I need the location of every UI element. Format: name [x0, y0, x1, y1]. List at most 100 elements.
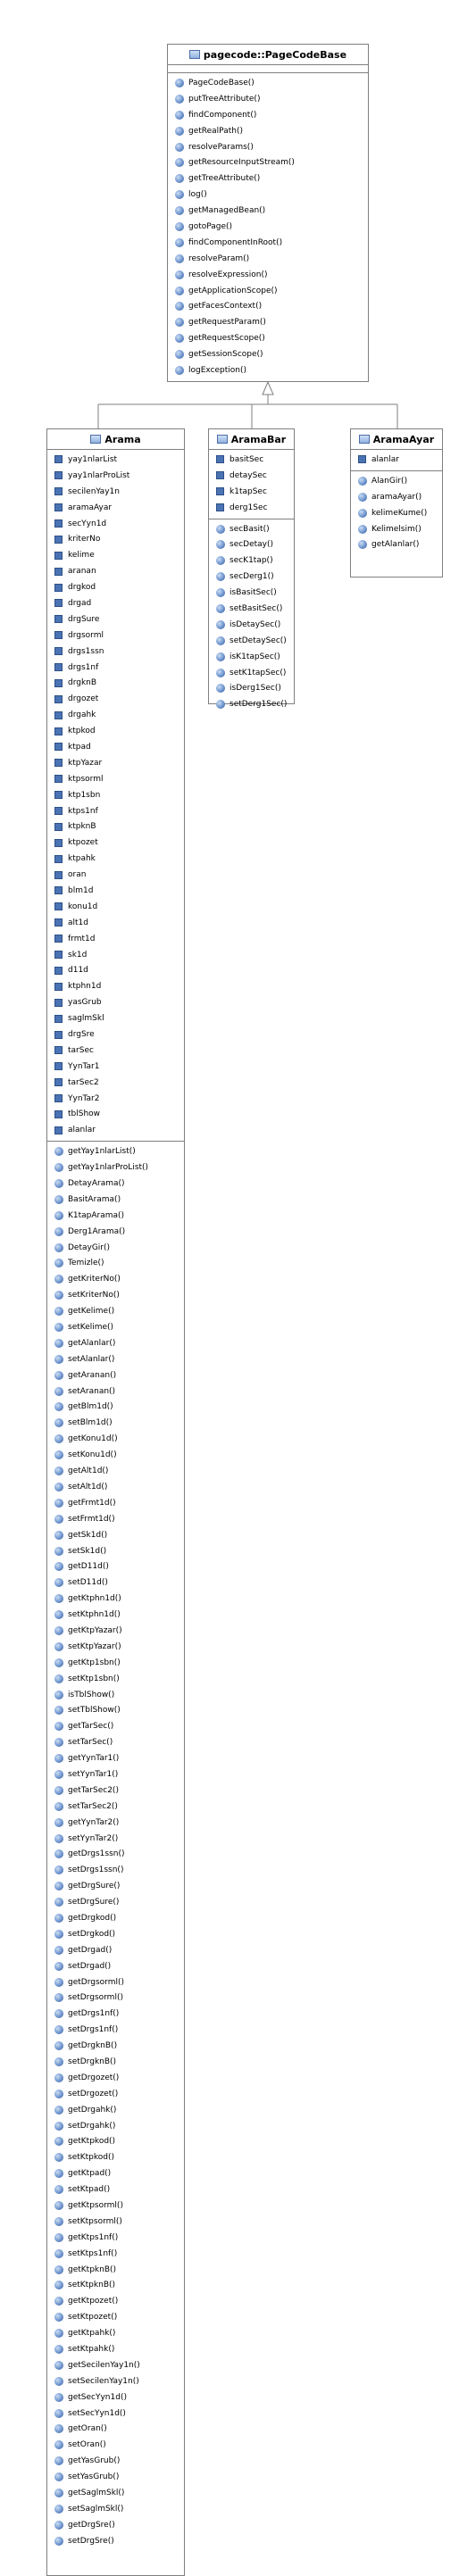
attribute-row[interactable]: ktpozet [47, 835, 184, 851]
method-row[interactable]: AlanGir() [351, 473, 442, 489]
method-row[interactable]: getAranan() [47, 1367, 184, 1384]
method-row[interactable]: setK1tapSec() [209, 665, 294, 681]
method-row[interactable]: setDerg1Sec() [209, 696, 294, 712]
method-row[interactable]: getKtp1sbn() [47, 1655, 184, 1671]
method-row[interactable]: setSecYyn1d() [47, 2406, 184, 2422]
method-row[interactable]: getKtpahk() [47, 2325, 184, 2341]
method-row[interactable]: getFrmt1d() [47, 1495, 184, 1511]
method-row[interactable]: setDrgs1nf() [47, 2022, 184, 2038]
method-row[interactable]: setSk1d() [47, 1543, 184, 1559]
method-row[interactable]: setKtpsorml() [47, 2214, 184, 2230]
method-row[interactable]: kelimeKume() [351, 505, 442, 521]
attribute-row[interactable]: yay1nlarProList [47, 468, 184, 484]
method-row[interactable]: setDrgSre() [47, 2533, 184, 2549]
method-row[interactable]: Temizle() [47, 1256, 184, 1272]
method-row[interactable]: setOran() [47, 2437, 184, 2453]
method-row[interactable]: setKtp1sbn() [47, 1671, 184, 1687]
attribute-row[interactable]: drgSre [47, 1026, 184, 1043]
method-row[interactable]: getYynTar1() [47, 1750, 184, 1766]
attribute-row[interactable]: aramaAyar [47, 500, 184, 516]
method-row[interactable]: getKtphn1d() [47, 1591, 184, 1607]
method-row[interactable]: getKtpYazar() [47, 1623, 184, 1639]
method-row[interactable]: getYay1nlarProList() [47, 1159, 184, 1176]
attribute-row[interactable]: derg1Sec [209, 500, 294, 516]
method-row[interactable]: setKtpahk() [47, 2341, 184, 2357]
method-row[interactable]: setAranan() [47, 1384, 184, 1400]
class-aramabar[interactable]: AramaBar basitSec detaySec k1tapSec derg1Se… [208, 428, 295, 710]
method-row[interactable]: getDrgkod() [47, 1910, 184, 1926]
method-row[interactable]: setBasitSec() [209, 601, 294, 617]
method-row[interactable]: resolveExpression() [168, 267, 368, 283]
class-arama[interactable]: Arama yay1nlarList yay1nlarProList secilen… [46, 428, 185, 2576]
method-row[interactable]: setYasGrub() [47, 2469, 184, 2485]
method-row[interactable]: getAlanlar() [351, 536, 442, 553]
method-row[interactable]: setYynTar1() [47, 1766, 184, 1782]
method-row[interactable]: getKtps1nf() [47, 2230, 184, 2246]
method-row[interactable]: getSessionScope() [168, 346, 368, 362]
method-row[interactable]: setSecilenYay1n() [47, 2373, 184, 2389]
method-row[interactable]: getBlm1d() [47, 1400, 184, 1416]
method-row[interactable]: setDrgSure() [47, 1894, 184, 1910]
method-row[interactable]: setDrgozet() [47, 2086, 184, 2102]
method-row[interactable]: getYasGrub() [47, 2453, 184, 2469]
attribute-row[interactable]: YynTar2 [47, 1091, 184, 1107]
method-row[interactable]: getKtpsorml() [47, 2198, 184, 2214]
method-row[interactable]: getRequestParam() [168, 314, 368, 330]
class-aramaayar[interactable]: AramaAyar alanlar AlanGir() aramaAyar() ke… [350, 428, 443, 578]
attribute-row[interactable]: saglmSkl [47, 1010, 184, 1026]
attribute-row[interactable]: alanlar [351, 452, 442, 468]
attribute-row[interactable]: d11d [47, 963, 184, 979]
method-row[interactable]: getTarSec() [47, 1718, 184, 1734]
attribute-row[interactable]: drgs1ssn [47, 644, 184, 660]
method-row[interactable]: setKriterNo() [47, 1287, 184, 1303]
method-row[interactable]: getOran() [47, 2422, 184, 2438]
method-row[interactable]: getManagedBean() [168, 203, 368, 219]
attribute-row[interactable]: drgad [47, 595, 184, 611]
method-row[interactable]: secDerg1() [209, 569, 294, 585]
method-row[interactable]: setD11d() [47, 1575, 184, 1591]
method-row[interactable]: setTarSec2() [47, 1799, 184, 1815]
attribute-row[interactable]: secilenYay1n [47, 484, 184, 500]
method-row[interactable]: getKonu1d() [47, 1431, 184, 1447]
method-row[interactable]: isDerg1Sec() [209, 680, 294, 696]
method-row[interactable]: Derg1Arama() [47, 1224, 184, 1240]
attribute-row[interactable]: drgsorml [47, 627, 184, 644]
method-row[interactable]: DetayGir() [47, 1240, 184, 1256]
method-row[interactable]: getRequestScope() [168, 330, 368, 346]
method-row[interactable]: setDrgkod() [47, 1926, 184, 1942]
method-row[interactable]: getKelime() [47, 1303, 184, 1319]
attribute-row[interactable]: ktpsorml [47, 771, 184, 787]
method-row[interactable]: setFrmt1d() [47, 1511, 184, 1527]
method-row[interactable]: getSecYyn1d() [47, 2389, 184, 2406]
attribute-row[interactable]: detaySec [209, 468, 294, 484]
attribute-row[interactable]: basitSec [209, 452, 294, 468]
method-row[interactable]: getSecilenYay1n() [47, 2357, 184, 2373]
attribute-row[interactable]: yasGrub [47, 994, 184, 1010]
method-row[interactable]: findComponentInRoot() [168, 235, 368, 251]
method-row[interactable]: setKtpYazar() [47, 1639, 184, 1655]
method-row[interactable]: getYay1nlarList() [47, 1143, 184, 1159]
method-row[interactable]: setTarSec() [47, 1734, 184, 1750]
method-row[interactable]: setKtpknB() [47, 2278, 184, 2294]
method-row[interactable]: getDrgad() [47, 1942, 184, 1958]
method-row[interactable]: getSk1d() [47, 1527, 184, 1543]
attribute-row[interactable]: sk1d [47, 947, 184, 963]
method-row[interactable]: logException() [168, 362, 368, 378]
method-row[interactable]: isBasitSec() [209, 585, 294, 601]
method-row[interactable]: getResourceInputStream() [168, 154, 368, 170]
method-row[interactable]: Kelimelsim() [351, 521, 442, 537]
attribute-row[interactable]: ktpYazar [47, 755, 184, 771]
attribute-row[interactable]: konu1d [47, 899, 184, 915]
attribute-row[interactable]: drgSure [47, 611, 184, 627]
attribute-row[interactable]: tarSec2 [47, 1075, 184, 1091]
method-row[interactable]: getKtpkod() [47, 2134, 184, 2150]
method-row[interactable]: setSaglmSkl() [47, 2501, 184, 2517]
method-row[interactable]: putTreeAttribute() [168, 91, 368, 107]
method-row[interactable]: setAlt1d() [47, 1479, 184, 1495]
method-row[interactable]: isK1tapSec() [209, 649, 294, 665]
attribute-row[interactable]: ktphn1d [47, 978, 184, 994]
method-row[interactable]: PageCodeBase() [168, 75, 368, 91]
method-row[interactable]: getDrgs1ssn() [47, 1846, 184, 1862]
method-row[interactable]: setDrgad() [47, 1958, 184, 1974]
attribute-row[interactable]: drgkod [47, 579, 184, 595]
